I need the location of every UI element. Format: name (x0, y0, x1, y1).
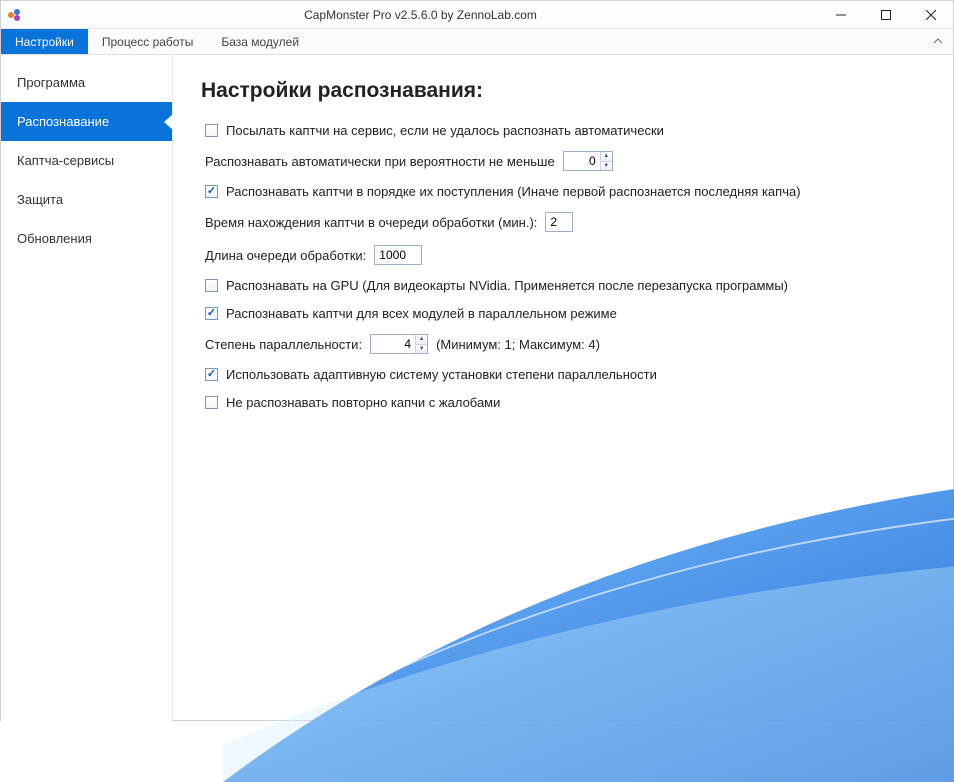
label-queue-timeout: Время нахождения каптчи в очереди обрабо… (205, 215, 537, 230)
checkbox-adaptive[interactable] (205, 368, 218, 381)
row-adaptive: Использовать адаптивную систему установк… (201, 367, 931, 382)
row-parallel-all: Распознавать каптчи для всех модулей в п… (201, 306, 931, 321)
sidebar-item-updates[interactable]: Обновления (1, 219, 172, 258)
titlebar: CapMonster Pro v2.5.6.0 by ZennoLab.com (1, 1, 953, 29)
input-queue-length[interactable] (374, 245, 422, 265)
spin-down-icon[interactable]: ▼ (416, 345, 427, 354)
sidebar-item-program[interactable]: Программа (1, 63, 172, 102)
sidebar-item-captcha-services[interactable]: Каптча-сервисы (1, 141, 172, 180)
input-auto-recognize-prob-field[interactable] (564, 152, 600, 170)
input-parallelism[interactable] (371, 335, 415, 353)
close-button[interactable] (908, 1, 953, 29)
row-auto-recognize-prob: Распознавать автоматически при вероятнос… (201, 151, 931, 171)
row-gpu: Распознавать на GPU (Для видеокарты NVid… (201, 278, 931, 293)
label-no-retry-complaints: Не распознавать повторно капчи с жалобам… (226, 395, 500, 410)
row-queue-length: Длина очереди обработки: (201, 245, 931, 265)
input-auto-recognize-prob: ▲ ▼ (563, 151, 613, 171)
label-parallel-all: Распознавать каптчи для всех модулей в п… (226, 306, 617, 321)
row-order-fifo: Распознавать каптчи в порядке их поступл… (201, 184, 931, 199)
window-title: CapMonster Pro v2.5.6.0 by ZennoLab.com (23, 8, 818, 22)
spin-up-icon[interactable]: ▲ (416, 335, 427, 345)
menubar: Настройки Процесс работы База модулей (1, 29, 953, 55)
label-send-to-service: Посылать каптчи на сервис, если не удало… (226, 123, 664, 138)
spin-down-icon[interactable]: ▼ (601, 162, 612, 171)
label-auto-recognize-prob: Распознавать автоматически при вероятнос… (205, 154, 555, 169)
checkbox-parallel-all[interactable] (205, 307, 218, 320)
label-parallelism: Степень параллельности: (205, 337, 362, 352)
checkbox-no-retry-complaints[interactable] (205, 396, 218, 409)
minimize-button[interactable] (818, 1, 863, 29)
checkbox-gpu[interactable] (205, 279, 218, 292)
content: Настройки распознавания: Посылать каптчи… (173, 55, 953, 722)
row-queue-timeout: Время нахождения каптчи в очереди обрабо… (201, 212, 931, 232)
spinner-parallelism: ▲ ▼ (415, 335, 427, 353)
label-adaptive: Использовать адаптивную систему установк… (226, 367, 657, 382)
label-order-fifo: Распознавать каптчи в порядке их поступл… (226, 184, 801, 199)
menutab-modules[interactable]: База модулей (207, 29, 313, 54)
spin-up-icon[interactable]: ▲ (601, 152, 612, 162)
maximize-button[interactable] (863, 1, 908, 29)
row-parallelism: Степень параллельности: ▲ ▼ (Минимум: 1;… (201, 334, 931, 354)
titlebar-left (7, 7, 23, 23)
sidebar-item-recognition[interactable]: Распознавание (1, 102, 172, 141)
menutab-process[interactable]: Процесс работы (88, 29, 207, 54)
menubar-overflow-icon[interactable] (933, 29, 943, 54)
checkbox-order-fifo[interactable] (205, 185, 218, 198)
sidebar: Программа Распознавание Каптча-сервисы З… (1, 55, 173, 722)
label-queue-length: Длина очереди обработки: (205, 248, 366, 263)
app-icon (7, 7, 23, 23)
input-parallelism-wrap: ▲ ▼ (370, 334, 428, 354)
spinner-auto-recognize: ▲ ▼ (600, 152, 612, 170)
row-no-retry-complaints: Не распознавать повторно капчи с жалобам… (201, 395, 931, 410)
label-gpu: Распознавать на GPU (Для видеокарты NVid… (226, 278, 788, 293)
row-send-to-service: Посылать каптчи на сервис, если не удало… (201, 123, 931, 138)
body: Программа Распознавание Каптча-сервисы З… (1, 55, 953, 722)
checkbox-send-to-service[interactable] (205, 124, 218, 137)
decorative-swoosh (223, 422, 954, 782)
sidebar-item-protection[interactable]: Защита (1, 180, 172, 219)
menutab-settings[interactable]: Настройки (1, 29, 88, 54)
window-controls (818, 1, 953, 29)
hint-parallelism: (Минимум: 1; Максимум: 4) (436, 337, 600, 352)
input-queue-timeout[interactable] (545, 212, 573, 232)
page-title: Настройки распознавания: (201, 79, 931, 103)
